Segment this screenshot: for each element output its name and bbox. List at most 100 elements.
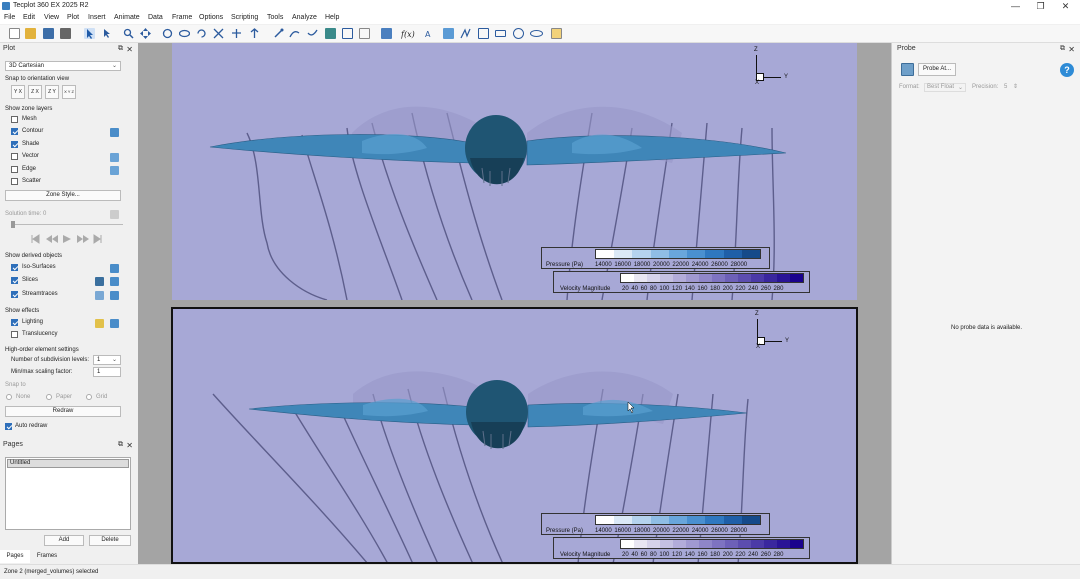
- equation-icon[interactable]: f(x): [400, 28, 415, 39]
- pressure-legend-2[interactable]: Pressure (Pa) 14000 16000 18000 20000 22…: [541, 513, 770, 535]
- page-item-untitled[interactable]: Untitled: [7, 459, 129, 468]
- velocity-legend-2[interactable]: Velocity Magnitude 20 40 60 80 100 120 1…: [553, 537, 810, 559]
- subdivision-select[interactable]: 1 ⌄: [93, 355, 121, 365]
- help-icon[interactable]: ?: [1060, 63, 1074, 77]
- plot-type-select[interactable]: 3D Cartesian ⌄: [5, 61, 121, 71]
- menu-options[interactable]: Options: [199, 14, 223, 21]
- snap-paper-radio[interactable]: [46, 394, 52, 400]
- pressure-legend-1[interactable]: Pressure (Pa) 14000 16000 18000 20000 22…: [541, 247, 770, 269]
- streamtraces-settings-icon[interactable]: [110, 291, 119, 300]
- slice-tool-icon[interactable]: [95, 277, 104, 286]
- snap-view-zy-button[interactable]: Z Y: [45, 85, 59, 99]
- snap-none-radio[interactable]: [6, 394, 12, 400]
- menu-plot[interactable]: Plot: [67, 14, 79, 21]
- tab-pages[interactable]: Pages: [0, 550, 30, 563]
- menu-animate[interactable]: Animate: [114, 14, 140, 21]
- translucency-checkbox[interactable]: [11, 331, 18, 338]
- slices-checkbox[interactable]: [11, 277, 18, 284]
- close-panel-icon[interactable]: ✕: [126, 441, 133, 450]
- minimize-button[interactable]: —: [1003, 0, 1028, 12]
- open-folder-icon[interactable]: [25, 28, 36, 39]
- streamtrace-curve-icon[interactable]: [307, 28, 318, 39]
- square-tool-icon[interactable]: [478, 28, 489, 39]
- lighting-settings-icon[interactable]: [110, 319, 119, 328]
- data-tool-icon[interactable]: [381, 28, 392, 39]
- new-file-icon[interactable]: [9, 28, 20, 39]
- streamtrace-tool-icon[interactable]: [95, 291, 104, 300]
- zone-style-button[interactable]: Zone Style...: [5, 190, 121, 201]
- menu-analyze[interactable]: Analyze: [292, 14, 317, 21]
- vector-settings-icon[interactable]: [110, 153, 119, 162]
- maximize-button[interactable]: ❐: [1028, 0, 1053, 12]
- menu-frame[interactable]: Frame: [172, 14, 192, 21]
- menu-help[interactable]: Help: [325, 14, 339, 21]
- plot-frame-1[interactable]: Z Y X Pressure (Pa) 14000 16000 18000 20…: [172, 43, 857, 300]
- edge-checkbox[interactable]: [11, 166, 18, 173]
- auto-redraw-checkbox[interactable]: [5, 423, 12, 430]
- image-tool-icon[interactable]: [443, 28, 454, 39]
- rectangle-tool-icon[interactable]: [495, 30, 506, 37]
- slices-settings-icon[interactable]: [110, 277, 119, 286]
- menu-scripting[interactable]: Scripting: [231, 14, 258, 21]
- light-source-icon[interactable]: [95, 319, 104, 328]
- close-panel-icon[interactable]: ✕: [1068, 45, 1075, 54]
- shade-checkbox[interactable]: [11, 141, 18, 148]
- frame-tool-icon[interactable]: [551, 28, 562, 39]
- precision-value[interactable]: 5: [1004, 84, 1007, 90]
- streamtraces-checkbox[interactable]: [11, 291, 18, 298]
- plot-frame-2[interactable]: Z Y X Pressure (Pa) 14000 16000 18000 20…: [171, 307, 858, 564]
- tab-frames[interactable]: Frames: [32, 550, 62, 563]
- edge-settings-icon[interactable]: [110, 166, 119, 175]
- close-button[interactable]: ✕: [1053, 0, 1078, 12]
- translate-icon[interactable]: [140, 28, 151, 39]
- mesh-checkbox[interactable]: [11, 116, 18, 123]
- rotate-rollerball-icon[interactable]: [196, 28, 207, 39]
- scatter-checkbox[interactable]: [11, 178, 18, 185]
- menu-edit[interactable]: Edit: [23, 14, 35, 21]
- menu-tools[interactable]: Tools: [267, 14, 283, 21]
- solution-time-slider-handle[interactable]: [11, 221, 15, 228]
- push-icon[interactable]: [249, 28, 260, 39]
- add-page-button[interactable]: Add: [44, 535, 84, 546]
- menu-file[interactable]: File: [4, 14, 15, 21]
- save-icon[interactable]: [43, 28, 54, 39]
- probe-at-button[interactable]: Probe At...: [918, 63, 956, 76]
- velocity-legend-1[interactable]: Velocity Magnitude 20 40 60 80 100 120 1…: [553, 271, 810, 293]
- contour-tool-icon[interactable]: [325, 28, 336, 39]
- streamtrace-icon[interactable]: [289, 28, 300, 39]
- slice-tool-icon[interactable]: [342, 28, 353, 39]
- precision-stepper-icon[interactable]: ⇕: [1013, 83, 1018, 90]
- zoom-icon[interactable]: [123, 28, 134, 39]
- rotate-z-icon[interactable]: [231, 28, 242, 39]
- print-icon[interactable]: [60, 28, 71, 39]
- float-panel-icon[interactable]: ⧉: [118, 441, 123, 449]
- close-panel-icon[interactable]: ✕: [126, 45, 133, 54]
- circle-tool-icon[interactable]: [513, 28, 524, 39]
- vector-checkbox[interactable]: [11, 153, 18, 160]
- float-panel-icon[interactable]: ⧉: [1060, 45, 1065, 53]
- select-arrow-icon[interactable]: [84, 28, 95, 39]
- menu-insert[interactable]: Insert: [88, 14, 106, 21]
- snap-view-yx-button[interactable]: Y X: [11, 85, 25, 99]
- redraw-button[interactable]: Redraw: [5, 406, 121, 417]
- adjust-arrow-icon[interactable]: [102, 28, 113, 39]
- menu-data[interactable]: Data: [148, 14, 163, 21]
- lighting-checkbox[interactable]: [11, 319, 18, 326]
- zone-tool-icon[interactable]: [359, 28, 370, 39]
- twist-icon[interactable]: [213, 28, 224, 39]
- iso-surfaces-checkbox[interactable]: [11, 264, 18, 271]
- iso-surfaces-settings-icon[interactable]: [110, 264, 119, 273]
- menu-view[interactable]: View: [44, 14, 59, 21]
- rotate-spherical-icon[interactable]: [178, 28, 191, 39]
- probe-grid-icon[interactable]: [901, 63, 914, 76]
- scaling-input[interactable]: 1: [93, 367, 121, 377]
- rotate-xyz-icon[interactable]: [162, 28, 173, 39]
- playback-controls[interactable]: [30, 234, 105, 244]
- contour-checkbox[interactable]: [11, 128, 18, 135]
- polyline-tool-icon[interactable]: [460, 28, 471, 39]
- contour-settings-icon[interactable]: [110, 128, 119, 137]
- solution-time-settings-icon[interactable]: [110, 210, 119, 219]
- ellipse-tool-icon[interactable]: [530, 30, 543, 37]
- text-tool-icon[interactable]: A: [425, 28, 436, 39]
- probe-icon[interactable]: [273, 28, 284, 39]
